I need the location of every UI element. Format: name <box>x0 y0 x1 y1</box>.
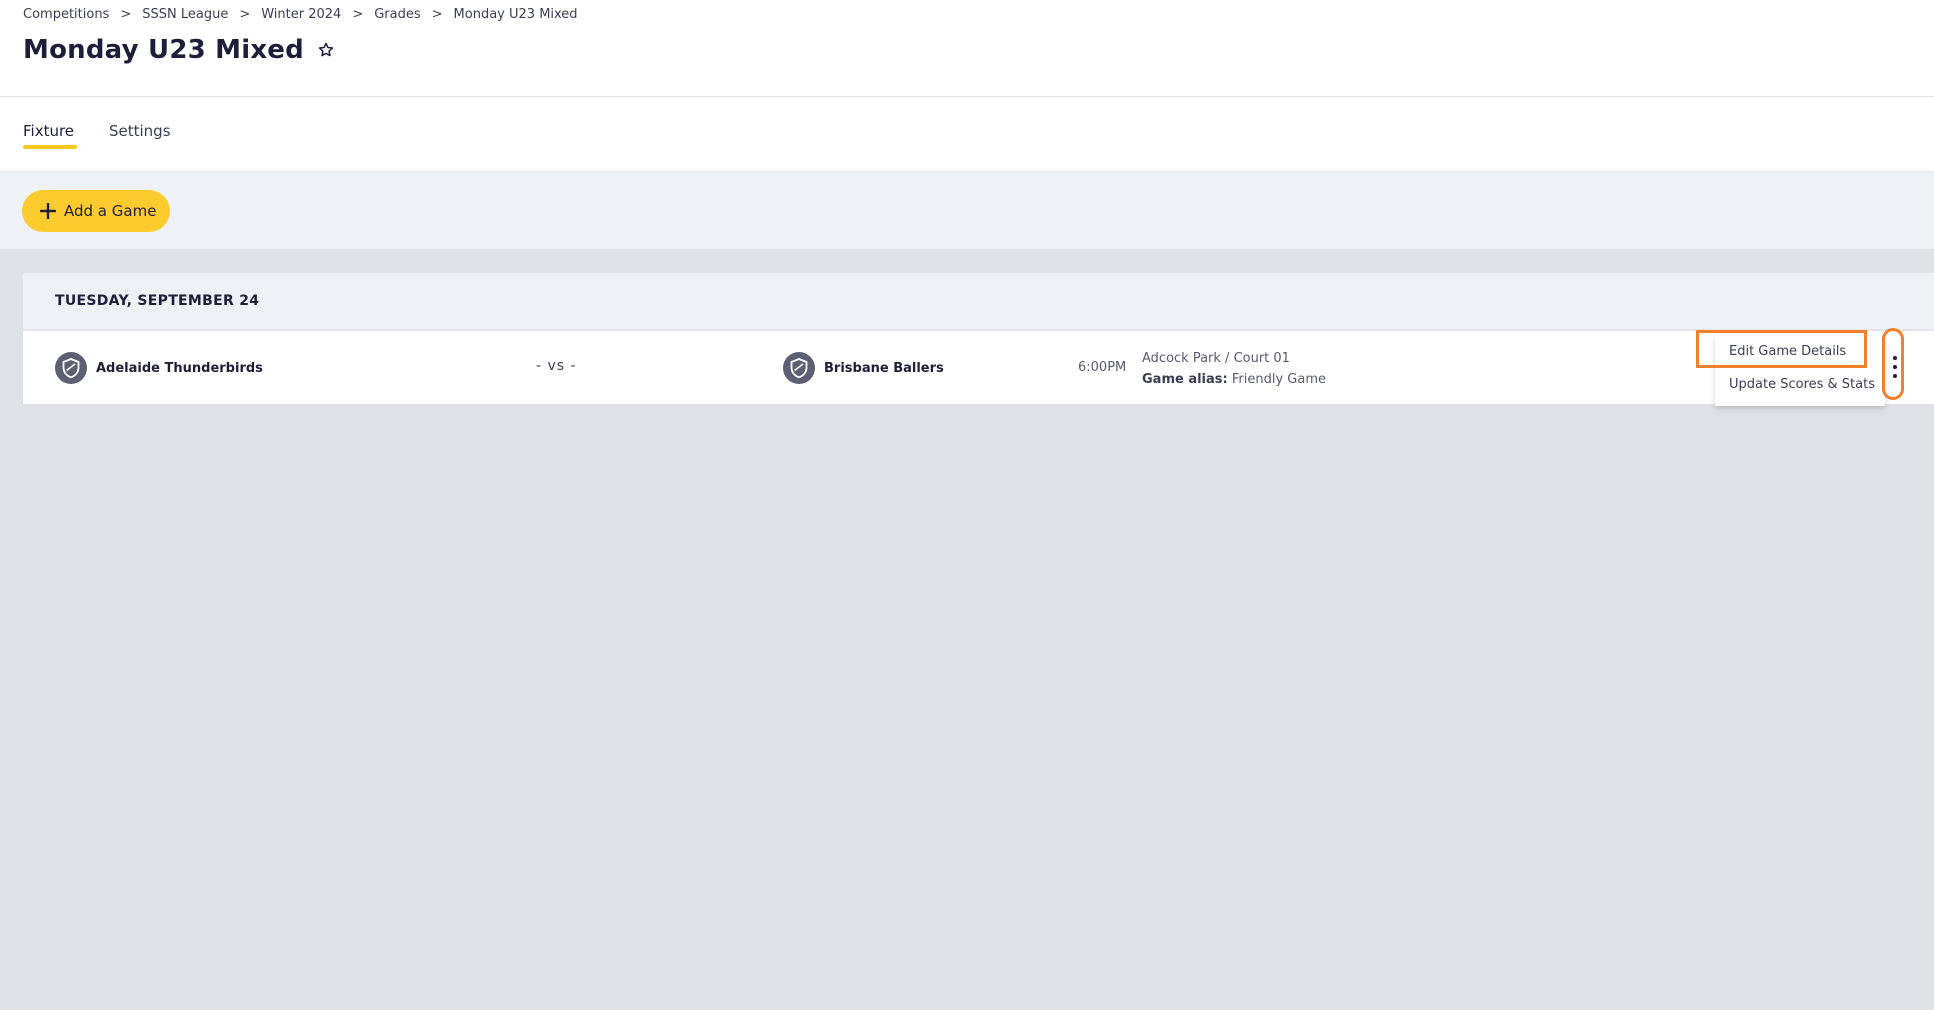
breadcrumb-separator: > <box>120 7 132 22</box>
game-actions-menu: Edit Game Details Update Scores & Stats <box>1715 336 1885 406</box>
tabs-bar: Fixture Settings <box>0 97 1934 172</box>
breadcrumb: Competitions > SSSN League > Winter 2024… <box>23 7 578 22</box>
game-alias-value: Friendly Game <box>1231 372 1326 387</box>
kebab-dot <box>1893 356 1897 360</box>
kebab-dot <box>1893 365 1897 369</box>
versus-label: - vs - <box>536 358 577 374</box>
active-tab-indicator <box>23 145 77 149</box>
more-vertical-icon[interactable] <box>1883 331 1907 401</box>
away-team: Brisbane Ballers <box>783 352 944 384</box>
home-team: Adelaide Thunderbirds <box>55 352 263 384</box>
home-team-name: Adelaide Thunderbirds <box>96 360 263 376</box>
fixture-date: TUESDAY, SEPTEMBER 24 <box>55 293 260 309</box>
shield-logo-icon <box>55 352 87 384</box>
breadcrumb-current: Monday U23 Mixed <box>453 7 578 22</box>
add-game-label: Add a Game <box>64 202 157 220</box>
breadcrumb-separator: > <box>431 7 443 22</box>
kebab-dot <box>1893 374 1897 378</box>
breadcrumb-competitions[interactable]: Competitions <box>23 7 109 22</box>
add-game-button[interactable]: Add a Game <box>22 190 170 232</box>
plus-icon <box>40 203 56 219</box>
page-title: Monday U23 Mixed <box>23 35 304 65</box>
game-venue-block: Adcock Park / Court 01 Game alias: Frien… <box>1142 348 1326 390</box>
game-venue: Adcock Park / Court 01 <box>1142 351 1290 366</box>
tab-settings[interactable]: Settings <box>109 122 171 140</box>
game-time: 6:00PM <box>1078 360 1127 375</box>
menu-item-edit-game-details[interactable]: Edit Game Details <box>1729 344 1846 359</box>
breadcrumb-separator: > <box>239 7 251 22</box>
breadcrumb-grades[interactable]: Grades <box>374 7 420 22</box>
game-alias-label: Game alias: <box>1142 372 1228 387</box>
menu-item-update-scores[interactable]: Update Scores & Stats <box>1729 377 1875 392</box>
fixture-date-header: TUESDAY, SEPTEMBER 24 <box>23 273 1934 330</box>
tab-fixture[interactable]: Fixture <box>23 122 74 140</box>
breadcrumb-separator: > <box>352 7 364 22</box>
away-team-name: Brisbane Ballers <box>824 360 944 376</box>
game-row[interactable]: Adelaide Thunderbirds - vs - Brisbane Ba… <box>23 331 1934 404</box>
star-outline-icon[interactable] <box>317 41 335 59</box>
shield-logo-icon <box>783 352 815 384</box>
title-row: Monday U23 Mixed <box>23 35 335 65</box>
game-alias: Game alias: Friendly Game <box>1142 369 1326 390</box>
breadcrumb-season[interactable]: Winter 2024 <box>261 7 341 22</box>
page-header: Competitions > SSSN League > Winter 2024… <box>0 0 1934 97</box>
action-bar: Add a Game <box>0 172 1934 249</box>
breadcrumb-league[interactable]: SSSN League <box>142 7 228 22</box>
